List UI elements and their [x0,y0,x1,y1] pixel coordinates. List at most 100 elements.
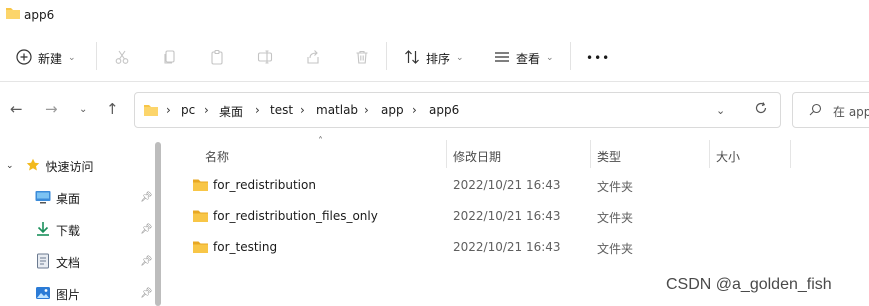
title-bar: app6 [0,0,869,32]
search-placeholder: 在 app [833,105,869,119]
sidebar-item-downloads[interactable]: 下载 [35,218,80,242]
rename-icon [257,49,273,68]
plus-circle-icon [16,48,32,68]
forward-arrow-icon[interactable]: → [45,100,58,118]
sort-ascending-icon: ˄ [318,136,323,147]
sort-label: 排序 [426,51,451,66]
expand-chevron-icon[interactable]: ⌄ [6,161,14,171]
file-row[interactable]: for_testing 2022/10/21 16:43 文件夹 [190,236,830,260]
new-button[interactable]: 新建 ⌄ [16,42,76,74]
pin-icon[interactable]: 📌︎ [140,192,153,203]
address-history-chevron-icon[interactable]: ⌄ [716,104,725,117]
command-bar: 新建 ⌄ 排序 ⌄ 查看 ⌄ ••• [0,34,869,82]
file-name[interactable]: for_redistribution [213,178,316,192]
more-options-button[interactable]: ••• [586,42,610,74]
document-icon [35,253,51,272]
trash-icon [354,49,370,68]
divider [96,42,97,70]
folder-icon [5,6,21,23]
navigation-bar: ← → ⌄ ↑ › pc › 桌面 › test › matlab › app … [0,92,869,130]
paste-button[interactable] [209,42,225,74]
file-modified: 2022/10/21 16:43 [453,178,561,192]
file-name[interactable]: for_testing [213,240,277,254]
folder-icon [192,209,209,226]
file-type: 文件夹 [597,242,634,256]
copy-icon [162,49,178,68]
column-header-modified[interactable]: 修改日期 [453,148,501,165]
list-view-icon [494,49,510,68]
search-box[interactable]: 在 app [792,92,869,128]
share-icon [305,49,321,68]
column-header-size[interactable]: 大小 [716,148,740,165]
breadcrumb-chevron-icon[interactable]: › [412,103,417,117]
desktop-icon [35,190,51,207]
sidebar-scrollbar[interactable] [155,142,161,306]
chevron-down-icon: ⌄ [546,53,554,63]
download-icon [35,221,51,240]
rename-button[interactable] [257,42,273,74]
more-icon: ••• [586,51,611,65]
chevron-down-icon: ⌄ [68,53,76,63]
copy-button[interactable] [162,42,178,74]
share-button[interactable] [305,42,321,74]
file-type: 文件夹 [597,180,634,194]
up-arrow-icon[interactable]: ↑ [106,100,119,118]
sidebar-item-label: 文档 [56,255,81,270]
breadcrumb-desktop[interactable]: 桌面 [219,103,243,120]
star-icon [26,158,40,175]
file-type: 文件夹 [597,211,634,225]
divider [570,42,571,70]
file-row[interactable]: for_redistribution 2022/10/21 16:43 文件夹 [190,174,830,198]
sidebar-item-label: 图片 [56,287,81,302]
column-divider[interactable] [446,140,447,168]
window-title: app6 [24,8,55,22]
delete-button[interactable] [354,42,370,74]
breadcrumb-app6[interactable]: app6 [429,103,459,117]
refresh-icon[interactable] [754,101,768,118]
file-row[interactable]: for_redistribution_files_only 2022/10/21… [190,205,830,229]
pin-icon[interactable]: 📌︎ [140,224,153,235]
breadcrumb-matlab[interactable]: matlab [316,103,358,117]
breadcrumb-chevron-icon[interactable]: › [364,103,369,117]
breadcrumb-chevron-icon[interactable]: › [255,103,260,117]
recent-locations-chevron-icon[interactable]: ⌄ [79,104,87,115]
view-button[interactable]: 查看 ⌄ [494,42,554,74]
pin-icon[interactable]: 📌︎ [140,288,153,299]
address-bar[interactable]: › pc › 桌面 › test › matlab › app › app6 ⌄ [134,92,781,128]
watermark-text: CSDN @a_golden_fish [666,276,832,293]
column-header-type[interactable]: 类型 [597,148,621,165]
breadcrumb-pc[interactable]: pc [181,103,195,117]
breadcrumb-test[interactable]: test [270,103,293,117]
file-modified: 2022/10/21 16:43 [453,209,561,223]
pin-icon[interactable]: 📌︎ [140,256,153,267]
sort-button[interactable]: 排序 ⌄ [404,42,464,74]
chevron-down-icon: ⌄ [456,53,464,63]
breadcrumb-chevron-icon[interactable]: › [300,103,305,117]
new-label: 新建 [38,51,63,66]
column-divider[interactable] [590,140,591,168]
cut-button[interactable] [114,42,130,74]
view-label: 查看 [516,51,541,66]
breadcrumb-chevron-icon[interactable]: › [166,103,171,117]
back-arrow-icon[interactable]: ← [10,100,23,118]
column-divider[interactable] [790,140,791,168]
divider [386,42,387,70]
search-icon [809,103,822,119]
column-header-name[interactable]: 名称 [205,148,229,165]
sidebar-quick-access[interactable]: ⌄ 快速访问 [6,154,94,178]
file-name[interactable]: for_redistribution_files_only [213,209,378,223]
scissors-icon [114,49,130,68]
folder-icon [143,103,159,120]
breadcrumb-app[interactable]: app [381,103,404,117]
clipboard-icon [209,49,225,68]
sidebar-item-label: 下载 [56,223,81,238]
sidebar-item-pictures[interactable]: 图片 [35,282,80,306]
sidebar-quick-access-label: 快速访问 [45,159,94,174]
breadcrumb-chevron-icon[interactable]: › [204,103,209,117]
sidebar-item-desktop[interactable]: 桌面 [35,186,80,210]
column-divider[interactable] [709,140,710,168]
file-modified: 2022/10/21 16:43 [453,240,561,254]
folder-icon [192,178,209,195]
folder-icon [192,240,209,257]
sidebar-item-documents[interactable]: 文档 [35,250,80,274]
